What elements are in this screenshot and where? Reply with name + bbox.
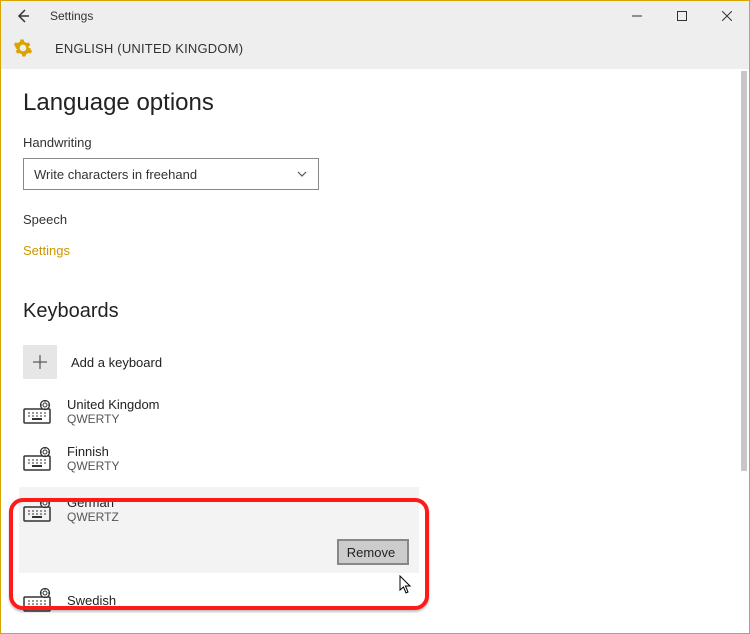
remove-label: Remove [347, 545, 395, 560]
titlebar: Settings [1, 1, 749, 31]
handwriting-dropdown[interactable]: Write characters in freehand [23, 158, 319, 190]
keyboard-name: Swedish [67, 593, 116, 608]
keyboard-item-german[interactable]: German QWERTZ Remove [19, 487, 419, 573]
close-icon [722, 11, 732, 21]
keyboard-icon [23, 399, 53, 425]
minimize-button[interactable] [614, 1, 659, 31]
keyboard-icon [23, 497, 53, 523]
keyboard-layout: QWERTY [67, 459, 119, 473]
keyboard-layout: QWERTY [67, 412, 160, 426]
maximize-button[interactable] [659, 1, 704, 31]
add-keyboard-row[interactable]: Add a keyboard [23, 341, 727, 383]
keyboard-icon [23, 587, 53, 613]
settings-icon-wrap [11, 36, 35, 60]
handwriting-value: Write characters in freehand [34, 167, 197, 182]
back-button[interactable] [11, 4, 35, 28]
keyboard-item-swedish[interactable]: Swedish [23, 583, 727, 617]
speech-label: Speech [23, 212, 727, 227]
header-title: ENGLISH (UNITED KINGDOM) [55, 41, 243, 56]
plus-icon [32, 354, 48, 370]
gear-icon [13, 38, 33, 58]
window-title: Settings [50, 9, 614, 23]
maximize-icon [677, 11, 687, 21]
minimize-icon [632, 11, 642, 21]
add-icon-box [23, 345, 57, 379]
remove-button[interactable]: Remove [337, 539, 409, 565]
keyboard-name: German [67, 495, 119, 510]
speech-section: Speech Settings [23, 212, 727, 260]
content-area: Language options Handwriting Write chara… [1, 69, 749, 633]
keyboard-item-uk[interactable]: United Kingdom QWERTY [23, 393, 727, 430]
keyboard-item-finnish[interactable]: Finnish QWERTY [23, 440, 727, 477]
page-header: ENGLISH (UNITED KINGDOM) [1, 31, 749, 69]
speech-settings-link[interactable]: Settings [23, 243, 70, 258]
add-keyboard-label: Add a keyboard [71, 355, 162, 370]
close-button[interactable] [704, 1, 749, 31]
scrollbar[interactable] [741, 71, 747, 471]
back-arrow-icon [15, 8, 31, 24]
chevron-down-icon [296, 168, 308, 180]
keyboards-heading: Keyboards [23, 300, 727, 323]
window-controls [614, 1, 749, 31]
keyboard-name: United Kingdom [67, 397, 160, 412]
handwriting-label: Handwriting [23, 135, 727, 150]
keyboard-layout: QWERTZ [67, 510, 119, 524]
keyboard-name: Finnish [67, 444, 119, 459]
keyboard-icon [23, 446, 53, 472]
page-title: Language options [23, 89, 727, 117]
